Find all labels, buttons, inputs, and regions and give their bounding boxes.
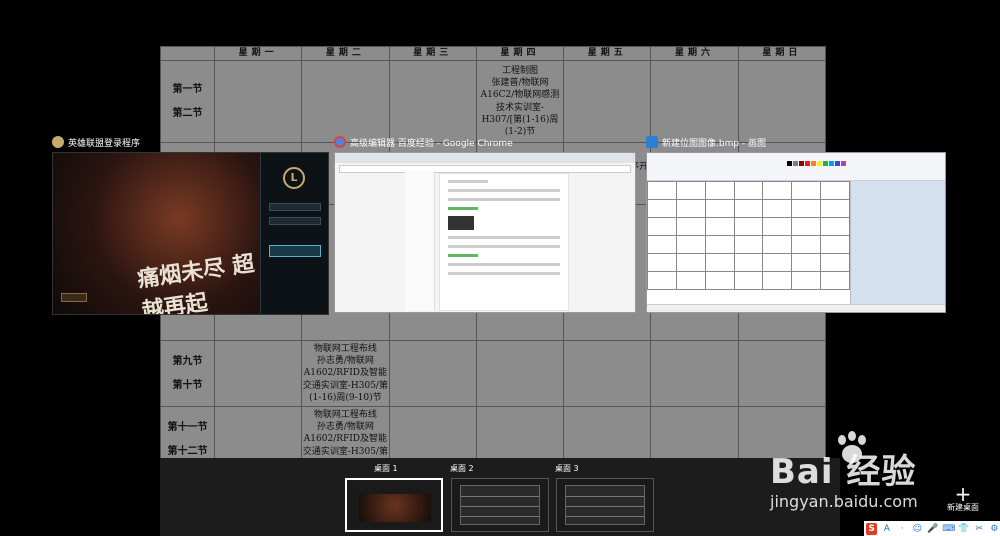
period-label: 第十节 xyxy=(172,379,203,391)
server-select-button[interactable] xyxy=(61,293,87,302)
window-title-lol: 英雄联盟登录程序 xyxy=(52,134,140,150)
ime-mode-icon[interactable]: A xyxy=(881,524,892,534)
microphone-icon[interactable]: 🎤 xyxy=(927,524,938,534)
course-cell: 工程制图 张建普/物联网A16C2/物联网感测技术实训室-H307/[第(1-1… xyxy=(475,60,565,143)
username-field[interactable] xyxy=(269,203,321,211)
course-cell xyxy=(563,60,652,143)
course-cell: 物联网工程布线 孙志勇/物联网A1602/RFID及智能交通实训室-H305/第… xyxy=(301,340,390,407)
lol-logo-icon: L xyxy=(283,167,305,189)
timetable-header xyxy=(160,46,215,61)
course-cell xyxy=(475,340,565,407)
course-cell xyxy=(737,60,826,143)
desktop-3-label: 桌面 3 xyxy=(555,464,579,473)
period-label: 第十二节 xyxy=(167,445,208,457)
timetable-header: 星期四 xyxy=(475,46,565,61)
window-title-chrome: 高级编辑器 百度经验 - Google Chrome xyxy=(334,134,513,150)
timetable-header: 星期五 xyxy=(563,46,652,61)
baidu-watermark: Bai 经验 jingyan.baidu.com xyxy=(770,428,970,514)
course-cell xyxy=(388,340,477,407)
timetable-header: 星期二 xyxy=(301,46,390,61)
desktop-1-label: 桌面 1 xyxy=(374,464,398,473)
period-label: 第十一节 xyxy=(167,422,208,433)
course-cell xyxy=(563,340,652,407)
paint-workspace xyxy=(851,181,945,306)
skin-icon[interactable]: 👕 xyxy=(958,524,969,534)
watermark-url: jingyan.baidu.com xyxy=(770,492,918,511)
ime-toolbar[interactable]: S A · ☺ 🎤 ⌨ 👕 ✂ ⚙ xyxy=(864,521,1000,536)
window-lol-login[interactable]: 痛烟未尽 超越再起 L xyxy=(52,152,329,315)
chrome-page-content xyxy=(439,173,569,311)
paint-status-bar xyxy=(647,304,945,312)
keyboard-icon[interactable]: ⌨ xyxy=(942,524,955,534)
timetable-header: 星期日 xyxy=(737,46,826,61)
course-cell xyxy=(650,60,739,143)
period-label: 第二节 xyxy=(172,107,203,119)
lol-login-panel: L xyxy=(260,153,328,314)
paint-canvas[interactable] xyxy=(647,181,851,306)
login-button[interactable] xyxy=(269,245,321,257)
timetable-row: 第九节第十节 物联网工程布线 孙志勇/物联网A1602/RFID及智能交通实训室-… xyxy=(160,340,826,407)
desktop-1-thumbnail[interactable] xyxy=(345,478,443,532)
course-cell xyxy=(650,340,739,407)
timetable-header: 星期一 xyxy=(213,46,303,61)
lol-splash-art: 痛烟未尽 超越再起 xyxy=(53,153,263,314)
course-cell xyxy=(213,60,303,143)
password-field[interactable] xyxy=(269,217,321,225)
lol-icon xyxy=(52,136,64,148)
settings-icon[interactable]: ⚙ xyxy=(989,524,1000,534)
desktop-3-thumbnail[interactable] xyxy=(556,478,654,532)
period-label: 第一节 xyxy=(172,84,203,95)
course-cell xyxy=(388,60,477,143)
window-paint[interactable] xyxy=(646,152,946,313)
course-cell xyxy=(737,340,826,407)
period-cell: 第九节 第十节 xyxy=(160,340,215,407)
timetable-header: 星期三 xyxy=(388,46,477,61)
timetable-row: 第一节第二节 工程制图 张建普/物联网A16C2/物联网感测技术实训室-H307/… xyxy=(160,60,826,143)
tools-icon[interactable]: ✂ xyxy=(974,524,985,534)
desktop-2-thumbnail[interactable] xyxy=(451,478,549,532)
watermark-brand: Bai 经验 xyxy=(770,452,917,492)
period-label: 第九节 xyxy=(172,356,203,367)
paint-ribbon[interactable] xyxy=(647,153,945,181)
content-image xyxy=(448,216,474,230)
paint-icon xyxy=(646,136,658,148)
punctuation-icon[interactable]: · xyxy=(897,524,908,534)
period-cell: 第一节 第二节 xyxy=(160,60,215,143)
course-cell xyxy=(301,60,390,143)
desktop-2-label: 桌面 2 xyxy=(450,464,474,473)
chrome-address-bar[interactable] xyxy=(339,165,631,173)
sogou-logo-icon[interactable]: S xyxy=(866,522,878,535)
chrome-icon xyxy=(334,136,346,148)
course-cell xyxy=(213,340,303,407)
chrome-left-column xyxy=(405,171,435,311)
emoji-icon[interactable]: ☺ xyxy=(912,524,923,534)
timetable-header: 星期六 xyxy=(650,46,739,61)
chrome-tab-bar[interactable] xyxy=(335,153,635,163)
window-title-paint: 新建位图图像.bmp - 画图 xyxy=(646,134,766,150)
window-chrome[interactable] xyxy=(334,152,636,313)
lol-calligraphy: 痛烟未尽 超越再起 xyxy=(135,250,256,315)
